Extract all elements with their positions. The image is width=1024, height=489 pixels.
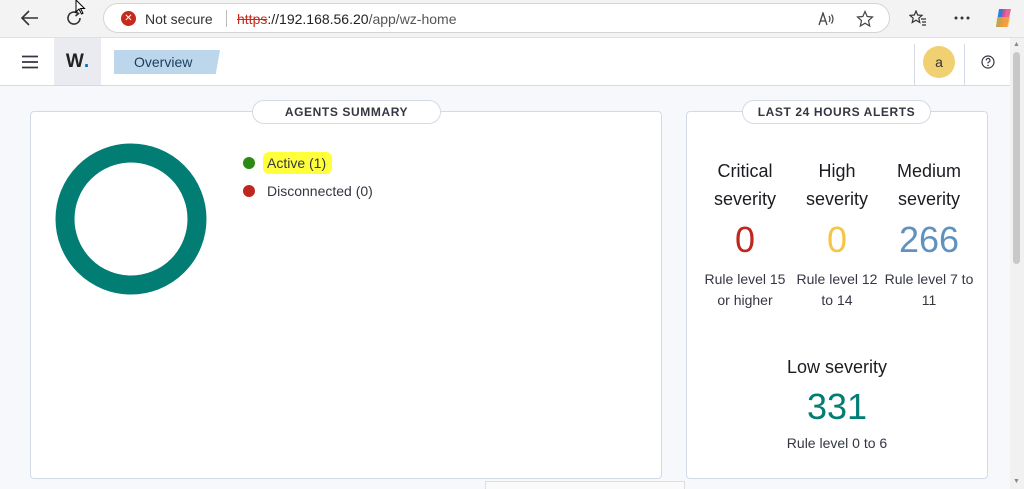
favorite-star-icon[interactable]	[854, 9, 876, 29]
url-host: ://192.168.56.20	[267, 11, 369, 27]
back-icon[interactable]	[15, 4, 45, 32]
high-severity-count[interactable]: 0	[791, 218, 883, 262]
disconnected-status-dot	[243, 185, 255, 197]
high-rule-level: Rule level 12 to 14	[796, 271, 878, 308]
address-bar[interactable]: ✕ Not secure https://192.168.56.20/app/w…	[103, 3, 890, 33]
avatar[interactable]: a	[923, 46, 955, 78]
medium-severity-label: Medium severity	[896, 161, 962, 209]
legend-label-disconnected: Disconnected (0)	[267, 183, 373, 199]
scroll-up-icon[interactable]: ▲	[1013, 41, 1021, 49]
medium-rule-level: Rule level 7 to 11	[884, 271, 974, 308]
scroll-down-icon[interactable]: ▼	[1013, 478, 1021, 486]
critical-severity-count[interactable]: 0	[699, 218, 791, 262]
legend-item-active[interactable]: Active (1)	[243, 152, 333, 174]
wazuh-logo[interactable]: W.	[54, 38, 101, 85]
medium-severity-stat[interactable]: Medium severity 266 Rule level 7 to 11	[883, 157, 975, 311]
security-label[interactable]: Not secure	[145, 11, 213, 27]
activation-watermark	[485, 481, 685, 489]
mouse-cursor-icon	[75, 0, 87, 21]
more-icon[interactable]	[947, 4, 977, 32]
logo-dot: .	[83, 50, 90, 72]
low-rule-level: Rule level 0 to 6	[786, 435, 888, 451]
legend-label-active: Active (1)	[263, 152, 333, 174]
agents-summary-title: AGENTS SUMMARY	[252, 100, 441, 124]
hamburger-icon[interactable]	[8, 38, 52, 85]
browser-toolbar: ✕ Not secure https://192.168.56.20/app/w…	[0, 0, 1024, 38]
agents-summary-panel: AGENTS SUMMARY Active (1) Disconnected (…	[30, 100, 662, 479]
agents-donut-chart[interactable]	[55, 143, 207, 295]
url-text[interactable]: https://192.168.56.20/app/wz-home	[237, 11, 457, 27]
breadcrumb-overview[interactable]: Overview	[114, 50, 220, 74]
medium-severity-count[interactable]: 266	[883, 218, 975, 262]
high-severity-label: High severity	[805, 161, 868, 209]
low-severity-stat[interactable]: Low severity 331 Rule level 0 to 6	[777, 353, 897, 454]
active-status-dot	[243, 157, 255, 169]
alerts-panel: LAST 24 HOURS ALERTS Critical severity 0…	[686, 100, 988, 479]
favorites-icon[interactable]	[903, 4, 933, 32]
header-divider	[964, 44, 965, 85]
help-icon[interactable]	[979, 53, 997, 71]
breadcrumb-label: Overview	[134, 54, 193, 70]
url-path: /app/wz-home	[368, 11, 457, 27]
high-severity-stat[interactable]: High severity 0 Rule level 12 to 14	[791, 157, 883, 311]
donut-ring	[55, 143, 207, 295]
url-separator	[226, 10, 227, 27]
low-severity-count[interactable]: 331	[777, 385, 897, 429]
logo-letter: W	[65, 50, 84, 72]
alerts-title: LAST 24 HOURS ALERTS	[742, 100, 931, 124]
page-scrollbar[interactable]: ▲ ▼	[1010, 38, 1024, 489]
critical-rule-level: Rule level 15 or higher	[704, 271, 786, 308]
scrollbar-thumb[interactable]	[1013, 52, 1020, 264]
header-divider	[914, 44, 915, 85]
low-severity-label: Low severity	[786, 357, 888, 377]
copilot-icon[interactable]	[989, 4, 1019, 32]
avatar-letter: a	[935, 54, 943, 70]
app-header: W. Overview a	[0, 38, 1024, 86]
critical-severity-stat[interactable]: Critical severity 0 Rule level 15 or hig…	[699, 157, 791, 311]
legend-item-disconnected[interactable]: Disconnected (0)	[243, 183, 373, 199]
url-protocol: https	[237, 11, 268, 27]
not-secure-icon: ✕	[121, 11, 136, 26]
critical-severity-label: Critical severity	[713, 161, 776, 209]
read-aloud-icon[interactable]	[816, 9, 838, 29]
